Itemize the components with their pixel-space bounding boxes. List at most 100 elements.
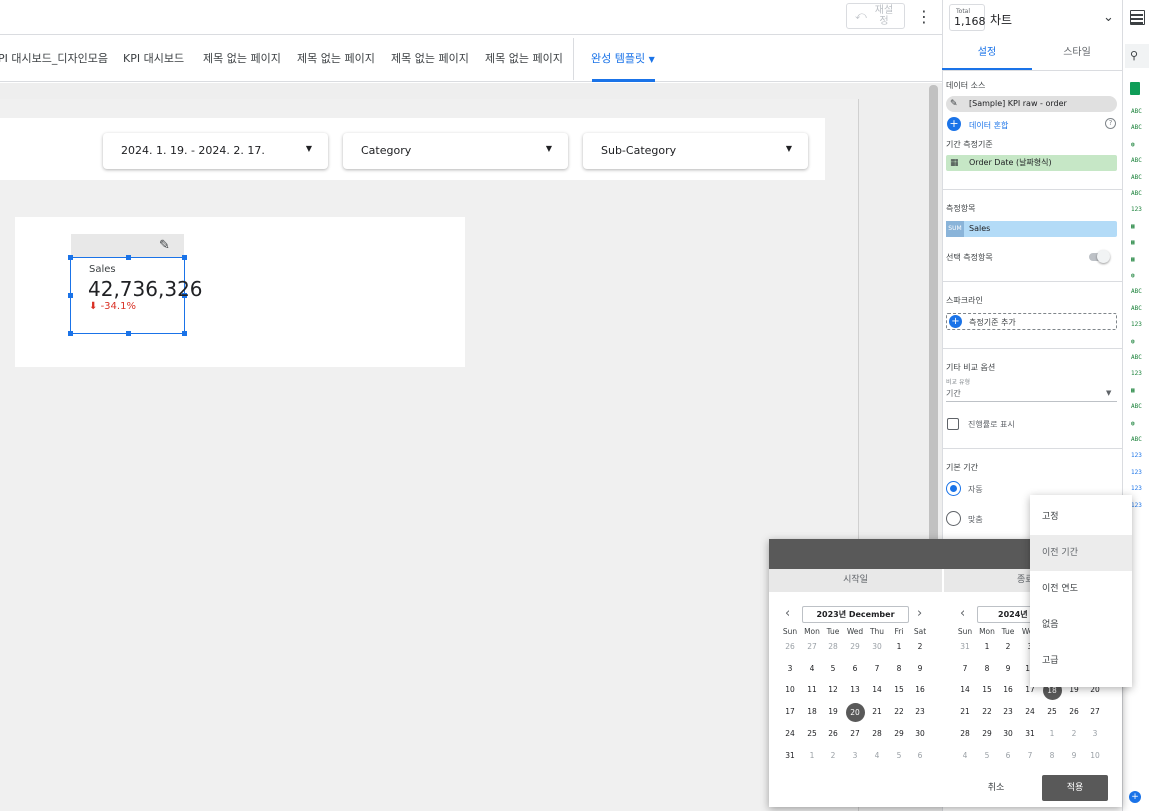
- calendar-day[interactable]: 24: [1019, 703, 1041, 721]
- calendar-day[interactable]: 22: [888, 703, 910, 721]
- calendar-day[interactable]: 8: [1041, 747, 1063, 765]
- search-icon[interactable]: ⚲: [1125, 44, 1149, 68]
- menu-item[interactable]: 고급: [1030, 643, 1132, 679]
- calendar-day[interactable]: 19: [822, 703, 844, 721]
- calendar-day[interactable]: 4: [954, 747, 976, 765]
- calendar-day[interactable]: 9: [909, 660, 931, 678]
- calendar-day[interactable]: 28: [822, 638, 844, 656]
- apply-button[interactable]: 적용: [1042, 775, 1108, 801]
- calendar-day[interactable]: 26: [1063, 703, 1085, 721]
- add-circle-icon[interactable]: +: [947, 117, 961, 131]
- calendar-day[interactable]: 29: [844, 638, 866, 656]
- calendar-day[interactable]: 5: [888, 747, 910, 765]
- date-range-filter[interactable]: 2024. 1. 19. - 2024. 2. 17. ▼: [103, 133, 328, 169]
- calendar-day[interactable]: 29: [888, 725, 910, 743]
- calendar-day[interactable]: 14: [954, 681, 976, 699]
- calendar-day[interactable]: 23: [997, 703, 1019, 721]
- menu-item[interactable]: 이전 연도: [1030, 571, 1132, 607]
- progress-checkbox[interactable]: [947, 418, 959, 430]
- menu-item[interactable]: 고정: [1030, 499, 1132, 535]
- calendar-day[interactable]: 26: [779, 638, 801, 656]
- prev-month-icon[interactable]: ‹: [785, 606, 790, 621]
- calendar-day[interactable]: 1: [976, 638, 998, 656]
- resize-handle[interactable]: [68, 293, 73, 298]
- page-tab[interactable]: 제목 없는 페이지: [203, 50, 281, 66]
- resize-handle[interactable]: [126, 331, 131, 336]
- datasource-chip[interactable]: ✎ [Sample] KPI raw - order: [946, 96, 1117, 112]
- calendar-day[interactable]: 27: [844, 725, 866, 743]
- calendar-day[interactable]: 2: [822, 747, 844, 765]
- chevron-down-icon[interactable]: ⌄: [1103, 10, 1114, 25]
- tab-setup[interactable]: 설정: [942, 36, 1032, 70]
- calendar-day[interactable]: 2: [909, 638, 931, 656]
- month-select-end[interactable]: 2024년: [977, 606, 1037, 623]
- calendar-day[interactable]: 4: [801, 660, 823, 678]
- calendar-day[interactable]: 7: [1019, 747, 1041, 765]
- calendar-day[interactable]: 1: [801, 747, 823, 765]
- calendar-day[interactable]: 15: [976, 681, 998, 699]
- calendar-day[interactable]: 28: [866, 725, 888, 743]
- calendar-day[interactable]: 10: [1084, 747, 1106, 765]
- resize-handle[interactable]: [126, 255, 131, 260]
- chart-type-title[interactable]: 차트: [990, 11, 1012, 28]
- redo-button[interactable]: ⤺ 재설 정: [846, 3, 905, 29]
- calendar-day[interactable]: 10: [779, 681, 801, 699]
- calendar-day[interactable]: 31: [1019, 725, 1041, 743]
- calendar-day[interactable]: 1: [888, 638, 910, 656]
- blend-data-link[interactable]: 데이터 혼합: [969, 120, 1008, 131]
- menu-item[interactable]: 이전 기간: [1030, 535, 1132, 571]
- resize-handle[interactable]: [68, 255, 73, 260]
- calendar-day[interactable]: 11: [801, 681, 823, 699]
- calendar-day[interactable]: 14: [866, 681, 888, 699]
- calendar-day[interactable]: 26: [822, 725, 844, 743]
- calendar-day[interactable]: 6: [997, 747, 1019, 765]
- calendar-day[interactable]: 17: [779, 703, 801, 721]
- calendar-day[interactable]: 16: [909, 681, 931, 699]
- page-tab[interactable]: 제목 없는 페이지: [485, 50, 563, 66]
- calendar-day[interactable]: 30: [866, 638, 888, 656]
- toggle-knob[interactable]: [1097, 250, 1110, 263]
- calendar-day[interactable]: 6: [909, 747, 931, 765]
- calendar-day[interactable]: 29: [976, 725, 998, 743]
- calendar-day[interactable]: 3: [1084, 725, 1106, 743]
- calendar-day[interactable]: 3: [779, 660, 801, 678]
- calendar-day[interactable]: 18: [801, 703, 823, 721]
- calendar-day[interactable]: 2: [997, 638, 1019, 656]
- calendar-day[interactable]: 2: [1063, 725, 1085, 743]
- page-tab[interactable]: 제목 없는 페이지: [391, 50, 469, 66]
- calendar-day[interactable]: 7: [954, 660, 976, 678]
- add-field-icon[interactable]: +: [1129, 791, 1141, 803]
- next-month-icon[interactable]: ›: [917, 606, 922, 621]
- calendar-day[interactable]: 5: [976, 747, 998, 765]
- prev-month-icon[interactable]: ‹: [960, 606, 965, 621]
- canvas-scrollbar[interactable]: [929, 85, 938, 555]
- page-tab[interactable]: 제목 없는 페이지: [297, 50, 375, 66]
- resize-handle[interactable]: [182, 255, 187, 260]
- calendar-day[interactable]: 31: [779, 747, 801, 765]
- calendar-day[interactable]: 9: [1063, 747, 1085, 765]
- calendar-day[interactable]: 23: [909, 703, 931, 721]
- radio-custom[interactable]: [946, 511, 961, 526]
- menu-item[interactable]: 없음: [1030, 607, 1132, 643]
- calendar-day[interactable]: 8: [976, 660, 998, 678]
- calendar-day[interactable]: 25: [801, 725, 823, 743]
- metric-chip[interactable]: SUM Sales: [946, 221, 1117, 237]
- month-select-start[interactable]: 2023년 December: [802, 606, 909, 623]
- date-dimension-chip[interactable]: ▦ Order Date (날짜형식): [946, 155, 1117, 171]
- cancel-button[interactable]: 취소: [975, 776, 1017, 800]
- calendar-day[interactable]: 30: [909, 725, 931, 743]
- calendar-day[interactable]: 16: [997, 681, 1019, 699]
- calendar-day[interactable]: 4: [866, 747, 888, 765]
- calendar-day[interactable]: 27: [801, 638, 823, 656]
- help-icon[interactable]: ?: [1105, 118, 1116, 129]
- calendar-day[interactable]: 5: [822, 660, 844, 678]
- category-filter[interactable]: Category ▼: [343, 133, 568, 169]
- subcategory-filter[interactable]: Sub-Category ▼: [583, 133, 808, 169]
- edit-pencil-icon[interactable]: ✎: [159, 238, 170, 253]
- aggregation-badge[interactable]: SUM: [946, 221, 964, 237]
- table-view-icon[interactable]: [1130, 10, 1145, 25]
- calendar-day[interactable]: 22: [976, 703, 998, 721]
- calendar-day[interactable]: 28: [954, 725, 976, 743]
- calendar-day[interactable]: 7: [866, 660, 888, 678]
- calendar-day[interactable]: 8: [888, 660, 910, 678]
